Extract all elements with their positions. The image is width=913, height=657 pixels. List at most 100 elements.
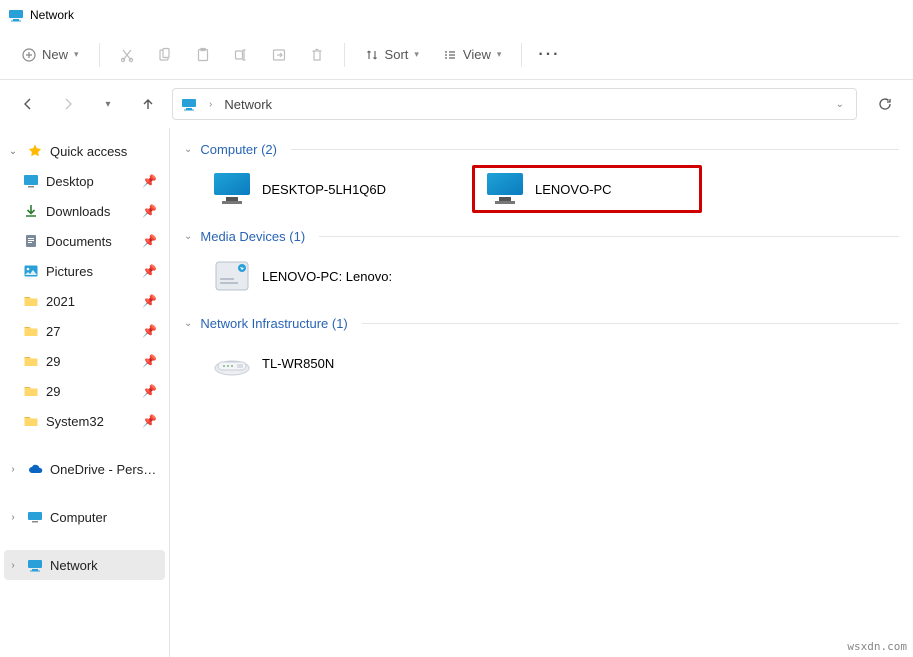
monitor-icon [485,169,525,209]
delete-button[interactable] [300,38,334,72]
recent-button[interactable]: ▾ [92,88,124,120]
view-label: View [463,47,491,62]
pin-icon: 📌 [142,294,161,308]
document-icon [22,232,40,250]
pin-icon: 📌 [142,414,161,428]
chevron-down-icon: ▾ [497,49,502,60]
folder-icon [22,292,40,310]
view-icon [443,48,457,62]
sidebar: ⌄ Quick access Desktop 📌 Downloads 📌 Doc… [0,128,170,657]
sidebar-item-label: 2021 [46,294,136,309]
sidebar-item-downloads[interactable]: Downloads 📌 [4,196,165,226]
sidebar-network[interactable]: › Network [4,550,165,580]
sidebar-item-desktop[interactable]: Desktop 📌 [4,166,165,196]
computer-icon [26,508,44,526]
back-button[interactable] [12,88,44,120]
sidebar-item-folder[interactable]: 27 📌 [4,316,165,346]
separator [344,43,345,67]
folder-icon [22,322,40,340]
chevron-down-icon[interactable]: ⌄ [832,99,848,110]
sidebar-item-label: Desktop [46,174,136,189]
sidebar-computer[interactable]: › Computer [4,502,165,532]
item-label: TL-WR850N [262,356,334,371]
sort-icon [365,48,379,62]
chevron-right-icon: › [6,560,20,571]
new-label: New [42,47,68,62]
copy-button[interactable] [148,38,182,72]
new-button[interactable]: New ▾ [12,41,89,68]
sidebar-item-label: 29 [46,384,136,399]
item-label: LENOVO-PC: Lenovo: [262,269,392,284]
sidebar-item-label: Downloads [46,204,136,219]
refresh-button[interactable] [869,88,901,120]
chevron-down-icon: ⌄ [6,146,20,157]
sidebar-item-folder[interactable]: 29 📌 [4,376,165,406]
sidebar-item-documents[interactable]: Documents 📌 [4,226,165,256]
download-icon [22,202,40,220]
network-icon [8,7,24,23]
sidebar-item-label: Pictures [46,264,136,279]
chevron-down-icon: ⌄ [184,231,192,242]
cloud-icon [26,460,44,478]
sidebar-onedrive[interactable]: › OneDrive - Personal [4,454,165,484]
group-header-infra[interactable]: ⌄ Network Infrastructure (1) [184,316,899,331]
forward-button[interactable] [52,88,84,120]
group-title: Media Devices (1) [200,229,305,244]
separator [521,43,522,67]
pin-icon: 📌 [142,234,161,248]
divider [291,149,899,150]
up-button[interactable] [132,88,164,120]
group-header-computer[interactable]: ⌄ Computer (2) [184,142,899,157]
rename-button[interactable] [224,38,258,72]
view-button[interactable]: View ▾ [433,41,511,68]
desktop-icon [22,172,40,190]
chevron-right-icon: › [6,464,20,475]
pin-icon: 📌 [142,354,161,368]
router-icon [212,343,252,383]
computer-item[interactable]: LENOVO-PC [472,165,702,213]
title-bar: Network [0,0,913,30]
sidebar-item-label: OneDrive - Personal [50,462,161,477]
pin-icon: 📌 [142,204,161,218]
group-header-media[interactable]: ⌄ Media Devices (1) [184,229,899,244]
window-title: Network [30,8,74,22]
share-button[interactable] [262,38,296,72]
breadcrumb-network[interactable]: Network [224,97,272,112]
cut-button[interactable] [110,38,144,72]
router-item[interactable]: TL-WR850N [202,339,432,387]
sidebar-item-folder[interactable]: 2021 📌 [4,286,165,316]
more-button[interactable]: ··· [532,38,566,72]
watermark: wsxdn.com [847,640,907,653]
pin-icon: 📌 [142,324,161,338]
group-title: Network Infrastructure (1) [200,316,347,331]
navigation-row: ▾ › Network ⌄ [0,80,913,128]
divider [362,323,899,324]
sidebar-item-label: Documents [46,234,136,249]
pin-icon: 📌 [142,264,161,278]
sort-label: Sort [385,47,409,62]
chevron-down-icon: ▾ [74,49,79,60]
media-device-icon [212,256,252,296]
sidebar-item-folder[interactable]: System32 📌 [4,406,165,436]
item-label: LENOVO-PC [535,182,612,197]
pin-icon: 📌 [142,384,161,398]
star-icon [26,142,44,160]
item-label: DESKTOP-5LH1Q6D [262,182,386,197]
network-icon [181,96,197,112]
sidebar-item-label: 29 [46,354,136,369]
group-title: Computer (2) [200,142,277,157]
sort-button[interactable]: Sort ▾ [355,41,429,68]
content-pane: ⌄ Computer (2) DESKTOP-5LH1Q6D LENOVO-PC… [170,128,913,657]
chevron-down-icon: ⌄ [184,318,192,329]
sidebar-item-label: Computer [50,510,161,525]
computer-item[interactable]: DESKTOP-5LH1Q6D [202,165,432,213]
paste-button[interactable] [186,38,220,72]
address-bar[interactable]: › Network ⌄ [172,88,857,120]
sidebar-item-pictures[interactable]: Pictures 📌 [4,256,165,286]
chevron-right-icon: › [6,512,20,523]
divider [319,236,899,237]
separator [99,43,100,67]
media-device-item[interactable]: LENOVO-PC: Lenovo: [202,252,432,300]
sidebar-item-folder[interactable]: 29 📌 [4,346,165,376]
sidebar-quick-access[interactable]: ⌄ Quick access [4,136,165,166]
